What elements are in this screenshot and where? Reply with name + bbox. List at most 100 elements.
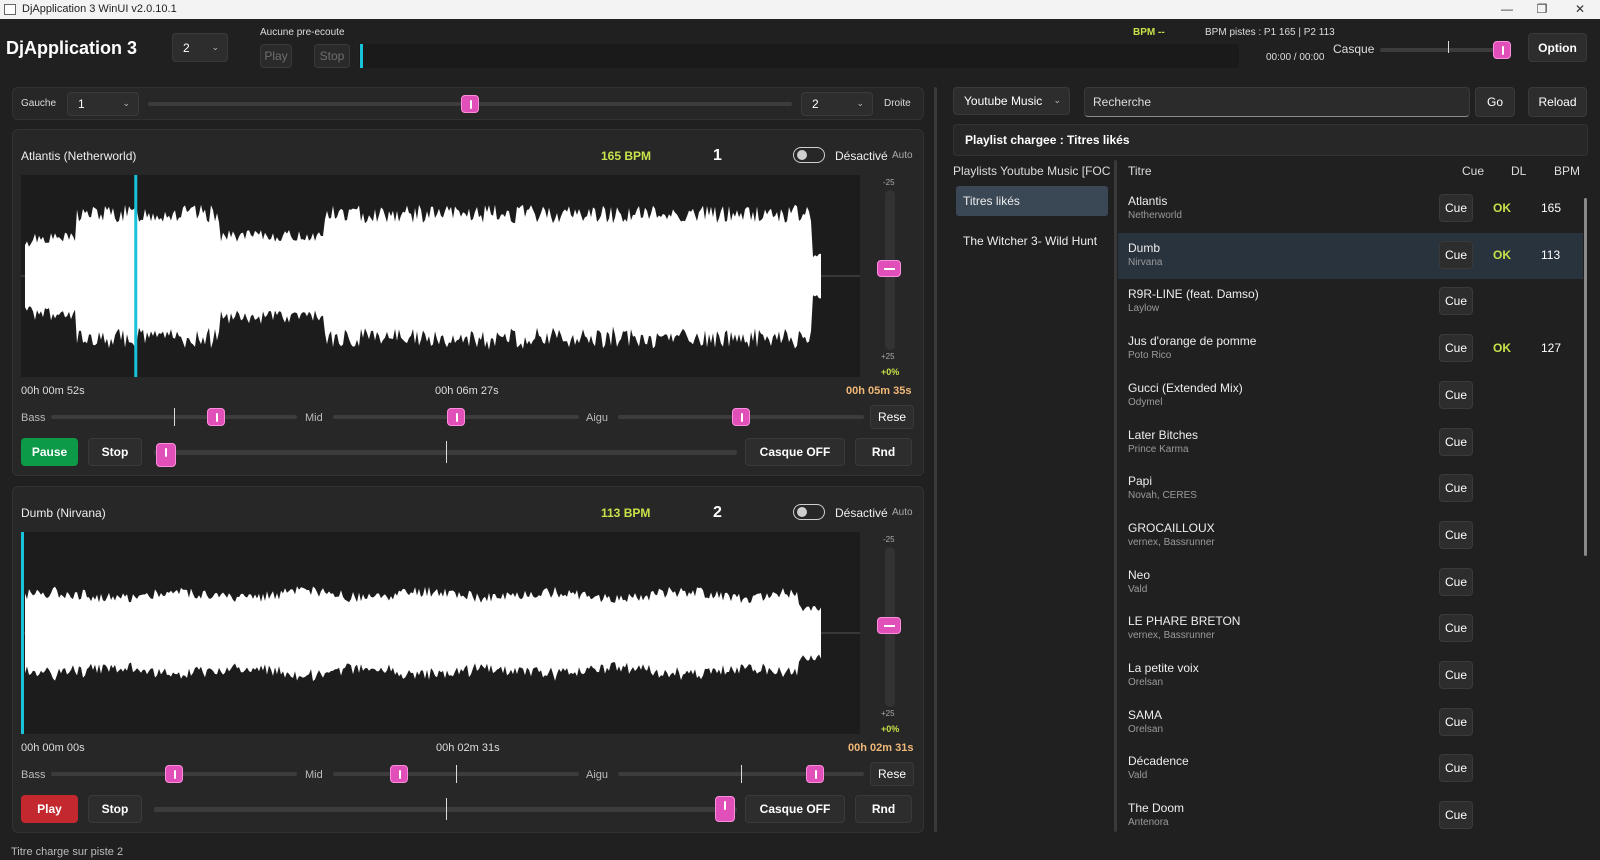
track-cue-button[interactable]: Cue bbox=[1439, 428, 1473, 456]
crossfader-right-label: Droite bbox=[884, 98, 911, 109]
track-row[interactable]: R9R-LINE (feat. Damso) Laylow Cue bbox=[1118, 279, 1583, 325]
list-splitter[interactable] bbox=[1114, 160, 1117, 832]
crossfader-right-select[interactable]: 2 ⌄ bbox=[801, 92, 873, 116]
deck-2-bass-thumb[interactable] bbox=[165, 765, 183, 783]
deck-2-volume-slider[interactable] bbox=[154, 796, 737, 822]
source-select-value: Youtube Music bbox=[964, 94, 1043, 108]
track-cue-button[interactable]: Cue bbox=[1439, 241, 1473, 269]
track-cue-button[interactable]: Cue bbox=[1439, 194, 1473, 222]
track-row[interactable]: Later Bitches Prince Karma Cue bbox=[1118, 420, 1583, 466]
deck-2-casque-button[interactable]: Casque OFF bbox=[745, 795, 845, 823]
deck-2-reset-button[interactable]: Rese bbox=[870, 762, 914, 786]
track-cue-button[interactable]: Cue bbox=[1439, 521, 1473, 549]
track-cue-button[interactable]: Cue bbox=[1439, 568, 1473, 596]
deck-2-aigu-thumb[interactable] bbox=[805, 765, 824, 783]
track-row[interactable]: Gucci (Extended Mix) Odymel Cue bbox=[1118, 373, 1583, 419]
track-cue-button[interactable]: Cue bbox=[1439, 614, 1473, 642]
deck-2-mid-slider[interactable] bbox=[333, 765, 579, 783]
preview-progress-bar[interactable] bbox=[359, 44, 1239, 68]
track-cue-button[interactable]: Cue bbox=[1439, 287, 1473, 315]
maximize-icon[interactable]: ❐ bbox=[1524, 0, 1560, 19]
deck-select[interactable]: 2 ⌄ bbox=[172, 33, 228, 62]
track-title: Jus d'orange de pomme bbox=[1128, 334, 1257, 348]
crossfader-thumb[interactable] bbox=[461, 95, 479, 113]
close-icon[interactable]: ✕ bbox=[1562, 0, 1598, 19]
track-row[interactable]: GROCAILLOUX vernex, Bassrunner Cue bbox=[1118, 513, 1583, 559]
track-row[interactable]: Neo Vald Cue bbox=[1118, 560, 1583, 606]
deck-1-mid-thumb[interactable] bbox=[447, 408, 465, 426]
deck-1-mid-slider[interactable] bbox=[333, 408, 579, 426]
track-artist: Nirvana bbox=[1128, 257, 1163, 268]
deck-1-number: 1 bbox=[713, 147, 722, 164]
track-cue-button[interactable]: Cue bbox=[1439, 661, 1473, 689]
track-cue-button[interactable]: Cue bbox=[1439, 801, 1473, 829]
deck-1-aigu-slider[interactable] bbox=[618, 408, 864, 426]
track-cue-button[interactable]: Cue bbox=[1439, 754, 1473, 782]
track-row[interactable]: Atlantis Netherworld Cue OK 165 bbox=[1118, 186, 1583, 232]
minimize-icon[interactable]: — bbox=[1489, 0, 1525, 19]
deck-1-reset-button[interactable]: Rese bbox=[870, 405, 914, 429]
track-cue-button[interactable]: Cue bbox=[1439, 708, 1473, 736]
playhead-marker[interactable] bbox=[134, 175, 138, 377]
deck-1-sync-toggle[interactable] bbox=[793, 147, 825, 163]
track-row[interactable]: SAMA Orelsan Cue bbox=[1118, 700, 1583, 746]
option-button[interactable]: Option bbox=[1528, 33, 1587, 62]
deck-1-waveform[interactable] bbox=[21, 175, 860, 377]
deck-1-bass-slider[interactable] bbox=[51, 408, 297, 426]
deck-1-aigu-thumb[interactable] bbox=[732, 408, 750, 426]
track-cue-button[interactable]: Cue bbox=[1439, 474, 1473, 502]
playlist-item-titres-likes[interactable]: Titres likés bbox=[956, 186, 1108, 216]
track-cue-button[interactable]: Cue bbox=[1439, 334, 1473, 362]
deck-2-waveform[interactable] bbox=[21, 532, 860, 734]
deck-1-bass-thumb[interactable] bbox=[206, 408, 225, 426]
track-row[interactable]: La petite voix Orelsan Cue bbox=[1118, 653, 1583, 699]
playlists-header: Playlists Youtube Music [FOCL bbox=[953, 164, 1111, 178]
deck-2-waveform-svg bbox=[21, 532, 860, 734]
deck-2-rnd-button[interactable]: Rnd bbox=[855, 795, 912, 823]
preview-stop-button[interactable]: Stop bbox=[314, 44, 350, 68]
deck-2-sync-toggle[interactable] bbox=[793, 504, 825, 520]
track-row[interactable]: LE PHARE BRETON vernex, Bassrunner Cue bbox=[1118, 606, 1583, 652]
column-title[interactable]: Titre bbox=[1128, 164, 1152, 178]
deck-1-volume-thumb[interactable] bbox=[155, 443, 176, 467]
deck-2-bass-slider[interactable] bbox=[51, 765, 297, 783]
column-dl[interactable]: DL bbox=[1511, 164, 1526, 178]
deck-select-value: 2 bbox=[183, 40, 190, 55]
time-display: 00:00 / 00:00 bbox=[1266, 52, 1325, 63]
search-input[interactable]: Recherche bbox=[1084, 87, 1470, 117]
playlist-item-witcher[interactable]: The Witcher 3- Wild Hunt bbox=[956, 226, 1108, 256]
casque-volume-slider[interactable] bbox=[1380, 41, 1511, 59]
crossfader-slider[interactable] bbox=[148, 95, 792, 113]
track-row[interactable]: Dumb Nirvana Cue OK 113 bbox=[1118, 233, 1583, 279]
track-list-scrollbar[interactable] bbox=[1584, 198, 1587, 556]
go-button[interactable]: Go bbox=[1475, 87, 1515, 117]
track-row[interactable]: Jus d'orange de pomme Poto Rico Cue OK 127 bbox=[1118, 326, 1583, 372]
casque-volume-thumb[interactable] bbox=[1493, 41, 1511, 59]
deck-2-volume-thumb[interactable] bbox=[715, 796, 736, 822]
deck-2-stop-button[interactable]: Stop bbox=[88, 795, 142, 823]
column-bpm[interactable]: BPM bbox=[1554, 164, 1580, 178]
deck-1-casque-button[interactable]: Casque OFF bbox=[745, 438, 845, 466]
deck-2-pitch-thumb[interactable] bbox=[877, 617, 901, 634]
deck-2-remaining: 00h 02m 31s bbox=[848, 742, 914, 754]
track-artist: Vald bbox=[1128, 770, 1148, 781]
preview-play-button[interactable]: Play bbox=[260, 44, 292, 68]
track-cue-button[interactable]: Cue bbox=[1439, 381, 1473, 409]
deck-1-stop-button[interactable]: Stop bbox=[88, 438, 142, 466]
deck-1-pause-button[interactable]: Pause bbox=[21, 438, 78, 466]
deck-1-rnd-button[interactable]: Rnd bbox=[855, 438, 912, 466]
track-row[interactable]: Décadence Vald Cue bbox=[1118, 746, 1583, 792]
panel-splitter[interactable] bbox=[934, 87, 937, 832]
deck-2-mid-thumb[interactable] bbox=[390, 765, 409, 783]
track-row[interactable]: Papi Novah, CERES Cue bbox=[1118, 466, 1583, 512]
source-select[interactable]: Youtube Music ⌄ bbox=[953, 87, 1070, 115]
track-row[interactable]: The Doom Antenora Cue bbox=[1118, 793, 1583, 839]
deck-1-volume-slider[interactable] bbox=[154, 441, 737, 467]
column-cue[interactable]: Cue bbox=[1462, 164, 1484, 178]
playhead-marker[interactable] bbox=[21, 532, 24, 734]
crossfader-left-select[interactable]: 1 ⌄ bbox=[67, 92, 139, 116]
deck-1-pitch-thumb[interactable] bbox=[877, 260, 901, 277]
deck-2-aigu-slider[interactable] bbox=[618, 765, 864, 783]
reload-button[interactable]: Reload bbox=[1528, 87, 1587, 117]
deck-2-play-button[interactable]: Play bbox=[21, 795, 78, 823]
